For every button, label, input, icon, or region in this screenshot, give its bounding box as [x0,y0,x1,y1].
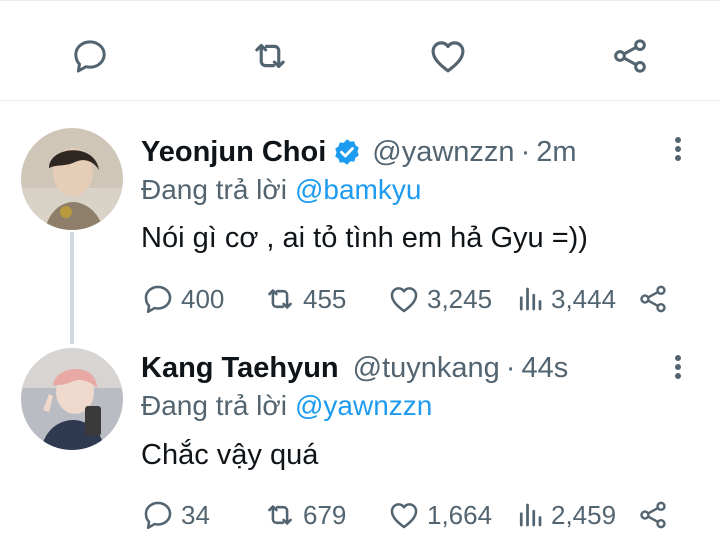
mention-link[interactable]: @yawnzzn [295,390,432,421]
analytics-icon [519,287,542,311]
like-count: 3,245 [427,283,493,314]
display-name[interactable]: Kang Taehyun [141,352,339,385]
tweet-text: Nói gì cơ , ai tỏ tình em hả Gyu =)) [141,222,588,254]
reply-count: 400 [181,283,225,314]
replying-to: Đang trả lời @yawnzzn [141,390,432,422]
reply-icon [144,501,172,530]
heart-icon [390,503,418,529]
verified-badge-icon [332,137,362,167]
replying-to: Đang trả lời @bamkyu [141,174,421,206]
retweet-count-button[interactable]: 679 [263,497,346,533]
retweet-button[interactable] [248,34,292,78]
more-vertical-icon [675,355,681,379]
views-count: 2,459 [551,499,617,530]
retweet-count: 455 [303,283,347,314]
views-count: 3,444 [551,283,617,314]
reply-icon [74,40,106,73]
retweet-count: 679 [303,499,347,530]
more-options-button[interactable] [668,134,688,164]
separator-dot: · [505,351,516,384]
more-vertical-icon [675,137,681,161]
replying-to-label: Đang trả lời [141,174,287,205]
analytics-icon [519,503,542,527]
share-icon [640,501,666,529]
avatar[interactable] [21,128,123,230]
timestamp[interactable]: 2m [536,136,576,169]
retweet-count-button[interactable]: 455 [263,281,346,317]
replying-to-label: Đang trả lời [141,390,287,421]
tweet-stats: 400 455 3,245 3,444 [141,281,681,317]
top-divider [0,0,720,1]
display-name[interactable]: Yeonjun Choi [141,136,326,169]
retweet-icon [268,289,292,309]
tweet-header: Yeonjun Choi @yawnzzn · 2m [141,134,577,170]
views-count-button[interactable]: 3,444 [515,281,616,317]
share-icon [614,39,646,73]
share-button[interactable] [637,497,675,533]
tweet-stats: 34 679 1,664 2,459 [141,497,681,533]
like-count-button[interactable]: 1,664 [387,497,492,533]
reply-button[interactable] [68,34,112,78]
reply-count-button[interactable]: 400 [141,281,224,317]
thread-line [70,232,74,344]
reply-icon [144,285,172,314]
separator-dot: · [520,135,531,168]
tweet-text: Chắc vậy quá [141,439,319,471]
share-button[interactable] [637,281,675,317]
avatar[interactable] [21,348,123,450]
views-count-button[interactable]: 2,459 [515,497,616,533]
reply-count-button[interactable]: 34 [141,497,210,533]
mention-link[interactable]: @bamkyu [295,174,421,205]
more-options-button[interactable] [668,352,688,382]
handle[interactable]: @tuynkang [353,352,500,385]
timestamp[interactable]: 44s [521,352,568,385]
reply-count: 34 [181,499,210,530]
retweet-icon [268,505,292,525]
tweet-action-bar [0,4,720,100]
handle[interactable]: @yawnzzn [372,136,514,169]
like-button[interactable] [426,34,470,78]
heart-icon [431,41,465,73]
like-count: 1,664 [427,499,493,530]
divider [0,100,720,101]
share-icon [640,285,666,313]
like-count-button[interactable]: 3,245 [387,281,492,317]
retweet-icon [255,43,285,69]
heart-icon [390,287,418,313]
tweet-header: Kang Taehyun @tuynkang · 44s [141,350,568,386]
share-button[interactable] [608,34,652,78]
